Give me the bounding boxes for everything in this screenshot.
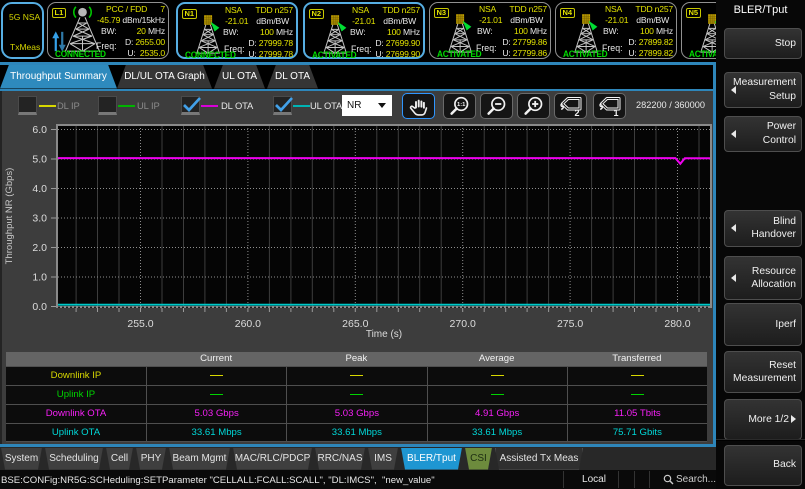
svg-text:255.0: 255.0 bbox=[127, 318, 153, 330]
svg-text:260.0: 260.0 bbox=[235, 318, 261, 330]
svg-text:5.0: 5.0 bbox=[32, 154, 47, 166]
svg-text:270.0: 270.0 bbox=[450, 318, 476, 330]
svg-text:275.0: 275.0 bbox=[557, 318, 583, 330]
svg-text:1.0: 1.0 bbox=[32, 272, 47, 284]
svg-text:1: 1 bbox=[613, 108, 618, 117]
svg-text:280.0: 280.0 bbox=[664, 318, 690, 330]
svg-text:4.0: 4.0 bbox=[32, 183, 47, 195]
svg-text:2: 2 bbox=[574, 108, 579, 117]
svg-text:3.0: 3.0 bbox=[32, 213, 47, 225]
svg-text:0.0: 0.0 bbox=[32, 301, 47, 313]
svg-text:1:1: 1:1 bbox=[457, 102, 466, 108]
svg-text:6.0: 6.0 bbox=[32, 124, 47, 136]
svg-text:2.0: 2.0 bbox=[32, 242, 47, 254]
svg-text:Throughput NR (Gbps): Throughput NR (Gbps) bbox=[4, 168, 15, 265]
svg-text:265.0: 265.0 bbox=[342, 318, 368, 330]
svg-text:Time (s): Time (s) bbox=[366, 329, 402, 340]
